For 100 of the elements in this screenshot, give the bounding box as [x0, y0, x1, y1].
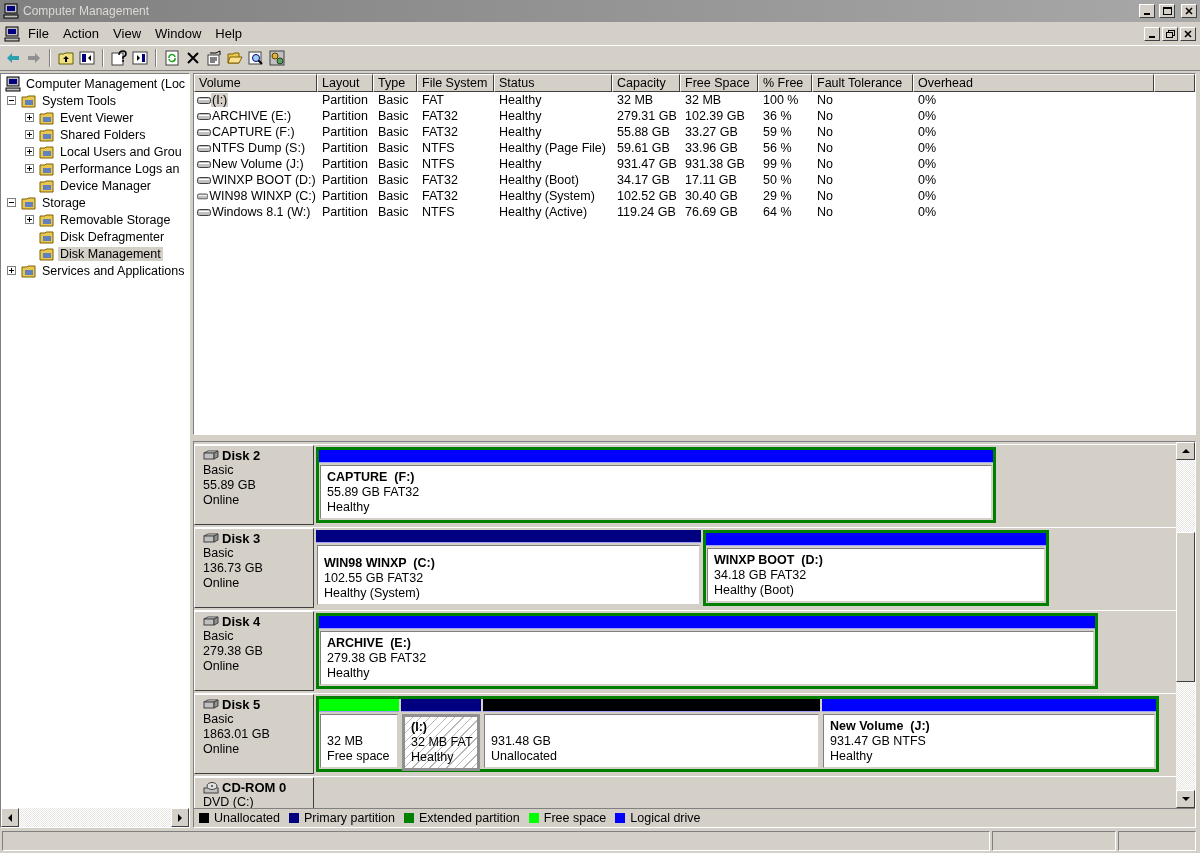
panel-icon[interactable] — [79, 50, 95, 66]
expand-button[interactable] — [25, 147, 34, 156]
menu-item[interactable]: File — [22, 24, 55, 43]
partition-block[interactable]: ARCHIVE (E:) 279.38 GB FAT32 Healthy — [320, 631, 1094, 685]
tree-item[interactable]: Performance Logs an — [58, 161, 182, 176]
column-header[interactable]: File System — [417, 74, 494, 92]
expand-button[interactable] — [7, 266, 16, 275]
tree-item[interactable]: Storage — [40, 195, 88, 210]
maximize-button[interactable] — [1159, 4, 1175, 18]
table-cell-text: FAT32 — [421, 125, 459, 139]
column-header[interactable]: % Free — [758, 74, 812, 92]
menu-item[interactable]: Window — [149, 24, 208, 43]
properties-icon[interactable] — [206, 50, 222, 66]
disk-name: Disk 5 — [222, 697, 261, 712]
volume-name[interactable]: New Volume (J:) — [211, 157, 305, 171]
expand-button[interactable] — [25, 164, 34, 173]
minimize-button[interactable] — [1144, 26, 1160, 41]
tree-item[interactable]: Event Viewer — [58, 110, 136, 125]
table-cell-text: Basic — [377, 141, 410, 155]
restore-button[interactable] — [1162, 26, 1178, 41]
volume-name[interactable]: ARCHIVE (E:) — [211, 109, 293, 123]
column-header[interactable]: Layout — [317, 74, 373, 92]
table-cell-text: 59 % — [762, 125, 793, 139]
column-header[interactable]: Capacity — [612, 74, 680, 92]
open-folder-icon[interactable] — [227, 50, 243, 66]
partition-block[interactable]: WINXP BOOT (D:) 34.18 GB FAT32 Healthy (Boot) — [707, 548, 1045, 602]
tree-item[interactable]: Services and Applications — [40, 263, 187, 278]
column-header[interactable]: Status — [494, 74, 612, 92]
settings-icon[interactable] — [269, 50, 285, 66]
column-header[interactable]: Fault Tolerance — [812, 74, 913, 92]
tree-item[interactable]: Local Users and Grou — [58, 144, 184, 159]
partition-block[interactable]: New Volume (J:) 931.47 GB NTFS Healthy — [823, 714, 1155, 768]
refresh-icon[interactable] — [164, 50, 180, 66]
scroll-left-button[interactable] — [1, 808, 19, 827]
delete-icon[interactable] — [185, 50, 201, 66]
column-header[interactable]: Type — [373, 74, 417, 92]
table-cell-text: Partition — [321, 109, 369, 123]
expand-button[interactable] — [25, 113, 34, 122]
drive-icon — [197, 95, 211, 105]
table-cell-text: Partition — [321, 205, 369, 219]
table-cell-text: Partition — [321, 93, 369, 107]
minimize-button[interactable] — [1139, 4, 1155, 18]
table-cell-text: 55.88 GB — [616, 125, 671, 139]
drive-icon — [197, 111, 211, 121]
scroll-right-button[interactable] — [171, 808, 189, 827]
up-folder-icon[interactable] — [58, 50, 74, 66]
tree-item[interactable]: Device Manager — [58, 178, 153, 193]
folder-icon — [39, 228, 55, 245]
search-icon[interactable] — [248, 50, 264, 66]
partition-block[interactable]: 32 MB Free space — [320, 714, 398, 768]
close-button[interactable] — [1180, 26, 1196, 41]
column-header[interactable]: Volume — [194, 74, 317, 92]
tree-item[interactable]: Disk Management — [58, 246, 163, 261]
column-header[interactable]: Overhead — [913, 74, 1154, 92]
menu-item[interactable]: Help — [209, 24, 249, 43]
folder-icon — [21, 194, 37, 211]
table-cell-text: 102.52 GB — [616, 189, 678, 203]
volume-name[interactable]: WINXP BOOT (D:) — [211, 173, 317, 187]
expand-button[interactable] — [25, 215, 34, 224]
drive-icon — [197, 207, 211, 217]
collapse-button[interactable] — [7, 198, 16, 207]
tree-item[interactable]: Disk Defragmenter — [58, 229, 167, 244]
menu-item[interactable]: Action — [56, 24, 106, 43]
table-cell-text: 0% — [917, 205, 938, 219]
computer-icon — [4, 25, 20, 42]
tree-item[interactable]: Removable Storage — [58, 212, 173, 227]
menu-item[interactable]: View — [107, 24, 148, 43]
volume-name[interactable]: NTFS Dump (S:) — [211, 141, 307, 155]
scrollbar-thumb[interactable] — [1176, 532, 1195, 682]
disk-status: Online — [203, 742, 241, 757]
expand-button[interactable] — [25, 130, 34, 139]
tree-item[interactable]: Shared Folders — [58, 127, 148, 142]
volume-name[interactable]: CAPTURE (F:) — [211, 125, 296, 139]
volume-name[interactable]: (I:) — [211, 93, 229, 107]
table-cell-text: 50 % — [762, 173, 793, 187]
table-cell-text: 17.11 GB — [684, 173, 738, 187]
table-cell-text: Partition — [321, 141, 369, 155]
restore-icon — [1165, 29, 1175, 38]
table-cell-text: Healthy — [498, 125, 543, 139]
scroll-down-button[interactable] — [1176, 790, 1195, 808]
partition-block[interactable]: 931.48 GB Unallocated — [484, 714, 819, 768]
table-cell-text: No — [816, 205, 834, 219]
partition-block[interactable]: WIN98 WINXP (C:) 102.55 GB FAT32 Healthy (System) — [317, 545, 700, 605]
volume-name[interactable]: Windows 8.1 (W:) — [211, 205, 312, 219]
close-button[interactable] — [1181, 4, 1197, 18]
disk-icon — [203, 532, 219, 545]
scroll-up-button[interactable] — [1176, 442, 1195, 460]
partition-block[interactable]: CAPTURE (F:) 55.89 GB FAT32 Healthy — [320, 465, 992, 519]
tree-item[interactable]: System Tools — [40, 93, 119, 108]
table-cell-text: Healthy (System) — [498, 189, 596, 203]
partition-size: 55.89 GB FAT32 — [327, 485, 421, 500]
partition-block[interactable]: (I:) 32 MB FAT Healthy — [402, 714, 480, 771]
column-header[interactable]: Free Space — [680, 74, 758, 92]
panel-icon[interactable] — [132, 50, 148, 66]
help-icon[interactable] — [111, 50, 127, 66]
volume-name[interactable]: WIN98 WINXP (C:) — [208, 189, 317, 203]
tree-item[interactable]: Computer Management (Loc — [24, 76, 188, 91]
collapse-button[interactable] — [7, 96, 16, 105]
partition-status: Free space — [327, 749, 391, 764]
drive-icon — [197, 191, 209, 201]
